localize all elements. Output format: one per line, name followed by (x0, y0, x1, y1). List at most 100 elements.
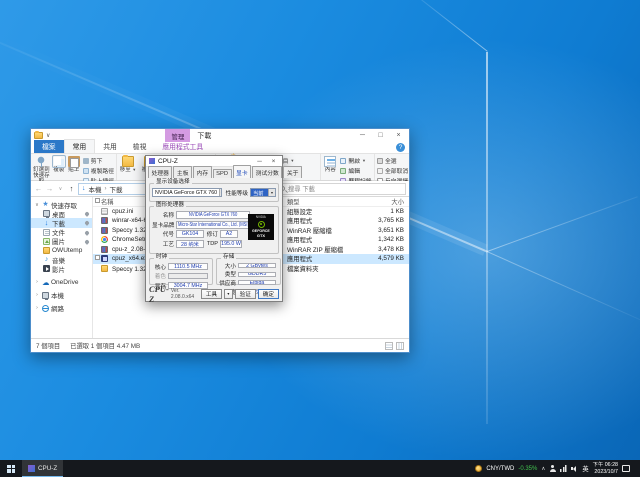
cpuz-exe-icon (101, 255, 108, 262)
minimize-button[interactable]: ─ (355, 130, 370, 142)
pinned-icon (84, 239, 90, 245)
minimize-button[interactable]: ─ (254, 158, 265, 165)
sidebar-item-onedrive[interactable]: › ☁ OneDrive (31, 278, 92, 287)
tab-bench[interactable]: 测试分数 (252, 166, 282, 178)
search-input[interactable]: 搜尋 下載 (276, 183, 406, 195)
memory-size-label: 大小 (219, 262, 236, 270)
rar-archive-icon (101, 227, 108, 234)
sidebar-item-this-pc[interactable]: › 本機 (31, 291, 92, 300)
tools-dropdown-caret[interactable]: ▼ (224, 289, 232, 299)
row-checkbox[interactable] (95, 255, 100, 260)
action-center-icon[interactable] (622, 465, 630, 472)
clocks-group: 时钟 核心 1110.5 MHz 着色 显存 3004.7 MHz (149, 258, 213, 285)
music-icon: ♪ (43, 256, 50, 263)
chevron-right-icon[interactable]: › (34, 305, 40, 311)
breadcrumb-downloads[interactable]: 下載 (110, 184, 123, 194)
currency-pair[interactable]: CNY/TWD (486, 466, 514, 472)
chevron-down-icon[interactable]: ∨ (34, 202, 40, 208)
details-view-button[interactable] (385, 342, 393, 350)
sidebar-item-network[interactable]: › 網路 (31, 304, 92, 313)
breadcrumb-this-pc[interactable]: 本機 (89, 184, 102, 194)
videos-icon (43, 265, 50, 272)
ribbon-group-open: 內容 開啟 ▼ 編輯 歷程記錄 開啟 (321, 154, 375, 180)
selection-summary: 已選取 1 個項目 4.47 MB (70, 341, 140, 350)
move-to-button[interactable]: 移至 ▼ (119, 156, 137, 173)
validate-button[interactable]: 验证 (235, 289, 256, 299)
search-placeholder: 搜尋 下載 (288, 184, 315, 193)
chevron-right-icon[interactable]: › (34, 279, 40, 285)
display-device-group: 显示设备选择 NVIDIA GeForce GTX 760 ▼ 性能等级 当前 … (149, 183, 279, 202)
downloads-folder-icon: ↓ (82, 185, 86, 192)
memory-group: 存储 大小 2 GBytes 类型 GDDR5 供应商 Elpida 位宽 25… (216, 258, 281, 285)
ok-button[interactable]: 确定 (258, 289, 279, 299)
hidden-icons-chevron-icon[interactable]: ∧ (541, 466, 545, 472)
perf-level-select[interactable]: 当前 ▼ (250, 188, 276, 197)
edit-button[interactable]: 編輯 (340, 166, 371, 175)
sidebar-item-videos[interactable]: 影片 (31, 264, 92, 273)
currency-change[interactable]: -0.35% (518, 466, 537, 472)
select-none-button[interactable]: 全部取消 (377, 166, 408, 175)
currency-ticker-icon[interactable] (475, 465, 482, 472)
paste-button[interactable]: 貼上 (68, 156, 80, 173)
select-all-icon (377, 158, 383, 164)
cut-button[interactable]: 剪下 (83, 156, 114, 165)
up-button[interactable]: ↑ (67, 184, 76, 193)
board-label: 显卡品牌 (152, 221, 174, 229)
select-all-checkbox[interactable] (95, 198, 100, 203)
quick-access-toolbar-chevron-icon[interactable]: ∨ (46, 133, 50, 139)
memory-type-label: 类型 (219, 270, 236, 278)
cpuz-window-title: CPU-Z (158, 158, 178, 165)
maximize-button[interactable]: □ (373, 130, 388, 142)
pinned-icon (84, 230, 90, 236)
tools-button[interactable]: 工具 (201, 289, 222, 299)
chevron-right-icon[interactable]: › (34, 292, 40, 298)
copy-button[interactable]: 複製 (53, 156, 65, 173)
close-button[interactable]: × (268, 158, 279, 165)
revision-value: A2 (220, 230, 238, 238)
tab-application-tools[interactable]: 應用程式工具 (154, 140, 211, 153)
back-button[interactable]: ← (34, 184, 43, 193)
properties-button[interactable]: 內容 (323, 156, 337, 173)
network-tray-icon[interactable] (560, 465, 567, 472)
people-tray-icon[interactable] (549, 465, 556, 472)
board-value: Micro-Star International Co., Ltd. (MSI) (176, 221, 250, 229)
nvidia-geforce-logo: NVIDIA GEFORCE GTX (248, 214, 274, 240)
copy-path-button[interactable]: 複製路徑 (83, 166, 114, 175)
column-header-size[interactable]: 大小 (373, 197, 407, 206)
column-header-type[interactable]: 類型 (287, 197, 373, 206)
open-button[interactable]: 開啟 ▼ (340, 156, 371, 165)
tab-cpu[interactable]: 处理器 (148, 166, 172, 178)
tdp-value: 195.0 W (220, 240, 242, 248)
taskbar: CPU-Z CNY/TWD -0.35% ∧ 英 下午 06:28 2023/1… (0, 460, 640, 477)
onedrive-icon: ☁ (42, 279, 49, 286)
start-button[interactable] (0, 460, 22, 477)
gpu-name-value: NVIDIA GeForce GTX 760 (176, 211, 250, 219)
tab-mainboard[interactable]: 主板 (173, 166, 192, 178)
tab-file[interactable]: 檔案 (34, 140, 64, 153)
tab-home[interactable]: 常用 (64, 139, 96, 153)
system-tray: CNY/TWD -0.35% ∧ 英 下午 06:28 2023/10/7 (472, 460, 640, 477)
close-button[interactable]: × (391, 130, 406, 142)
recent-locations-chevron-icon[interactable]: ∨ (56, 186, 65, 192)
documents-icon (43, 229, 50, 236)
sidebar-item-pictures[interactable]: 圖片 (31, 237, 92, 246)
taskbar-button-cpuz[interactable]: CPU-Z (22, 460, 63, 477)
tab-spd[interactable]: SPD (213, 169, 232, 178)
forward-button[interactable]: → (45, 184, 54, 193)
tab-memory[interactable]: 内存 (193, 166, 212, 178)
clock[interactable]: 下午 06:28 2023/10/7 (593, 462, 618, 475)
tab-view[interactable]: 檢視 (125, 140, 155, 153)
tab-share[interactable]: 共用 (95, 140, 125, 153)
ime-language-indicator[interactable]: 英 (582, 464, 588, 473)
display-device-select[interactable]: NVIDIA GeForce GTX 760 ▼ (152, 188, 222, 197)
code-name-value: GK104 (176, 230, 204, 238)
tab-graphics[interactable]: 显卡 (233, 165, 252, 178)
paste-icon (68, 156, 80, 167)
copy-path-icon (83, 168, 89, 174)
help-icon[interactable]: ? (396, 143, 405, 152)
large-icons-view-button[interactable] (396, 342, 404, 350)
tab-about[interactable]: 关于 (283, 166, 302, 178)
volume-tray-icon[interactable] (571, 465, 578, 472)
core-clock-label: 核心 (152, 263, 166, 271)
select-all-button[interactable]: 全選 (377, 156, 408, 165)
